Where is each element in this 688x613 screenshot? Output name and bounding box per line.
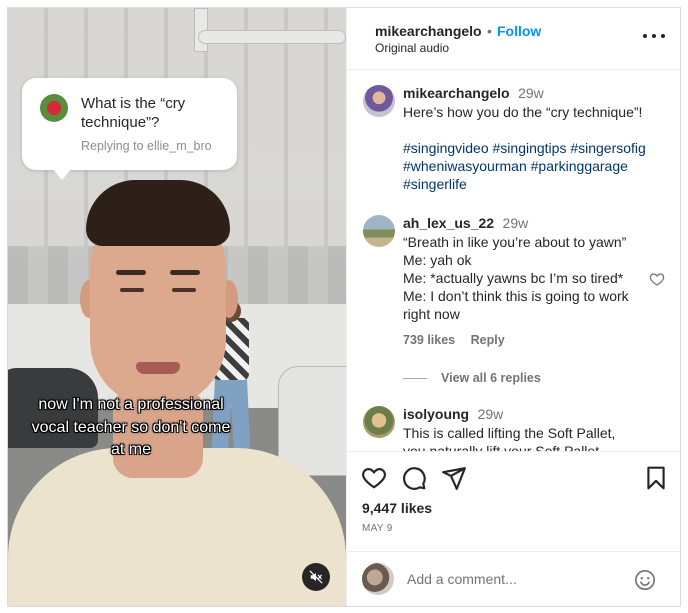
video-person-mouth — [136, 362, 180, 374]
replies-divider — [403, 377, 427, 379]
comment-time: 29w — [477, 406, 504, 422]
header-username[interactable]: mikearchangelo — [375, 23, 482, 39]
bookmark-icon[interactable] — [643, 465, 669, 491]
smiley-icon[interactable] — [634, 569, 656, 591]
comment-text: This is called lifting the Soft Pallet, … — [403, 425, 616, 451]
hashtags[interactable]: #singingvideo #singingtips #singersofig — [403, 139, 673, 157]
comment-item: isolyoung 29w This is called lifting the… — [403, 406, 663, 451]
more-horizontal-icon — [652, 34, 656, 38]
video-person-eye — [120, 288, 144, 292]
add-comment-bar — [347, 551, 680, 606]
comment-text: “Breath in like you’re about to yawn” Me… — [403, 234, 629, 322]
reply-question: What is the “cry technique”? — [81, 95, 186, 131]
video-person-brow — [170, 270, 200, 275]
post-actions: 9,447 likes MAY 9 — [347, 451, 680, 551]
comment-username[interactable]: ah_lex_us_22 — [403, 215, 494, 231]
more-horizontal-icon — [661, 34, 665, 38]
video-player[interactable]: What is the “cry technique”? Replying to… — [8, 8, 346, 606]
original-audio-link[interactable]: Original audio — [375, 41, 449, 55]
comment-time: 29w — [502, 215, 529, 231]
likes-count[interactable]: 9,447 likes — [362, 500, 432, 516]
mute-button[interactable] — [302, 563, 330, 591]
video-caption: now I'm not a professional vocal teacher… — [31, 396, 231, 458]
heart-icon[interactable] — [361, 465, 387, 491]
comment-icon[interactable] — [401, 465, 427, 491]
post-date: MAY 9 — [362, 523, 393, 534]
post-modal: What is the “cry technique”? Replying to… — [7, 7, 681, 607]
reply-button[interactable]: Reply — [471, 333, 505, 347]
reply-sticker: What is the “cry technique”? Replying to… — [22, 78, 237, 180]
hashtags[interactable]: #singerlife — [403, 175, 673, 193]
caption-text: Here’s how you do the “cry technique”! — [403, 104, 643, 120]
video-person-eye — [172, 288, 196, 292]
avatar[interactable] — [363, 406, 395, 438]
post-caption: mikearchangelo 29w Here’s how you do the… — [403, 85, 673, 193]
caption-username[interactable]: mikearchangelo — [403, 85, 510, 101]
heart-icon[interactable] — [649, 271, 665, 287]
avatar[interactable] — [363, 215, 395, 247]
reply-avatar — [40, 94, 68, 122]
video-person-brow — [116, 270, 146, 275]
hashtags[interactable]: #wheniwasyourman #parkinggarage — [403, 157, 673, 175]
header-separator: • — [487, 23, 492, 39]
avatar[interactable] — [363, 85, 395, 117]
view-replies-label: View all 6 replies — [441, 371, 541, 385]
avatar — [362, 563, 394, 595]
caption-time: 29w — [518, 85, 544, 101]
video-pipe — [198, 30, 346, 44]
follow-button[interactable]: Follow — [497, 23, 541, 39]
comment-input[interactable] — [407, 568, 627, 590]
video-car — [278, 366, 346, 476]
comments-list[interactable]: mikearchangelo 29w Here’s how you do the… — [347, 71, 680, 451]
speaker-muted-icon — [309, 570, 323, 584]
paper-plane-icon[interactable] — [441, 465, 467, 491]
video-person-hair — [86, 180, 230, 246]
comment-likes[interactable]: 739 likes — [403, 333, 455, 347]
view-replies-button[interactable]: View all 6 replies — [403, 371, 541, 385]
comment-actions: 739 likes Reply — [403, 333, 643, 347]
comment-username[interactable]: isolyoung — [403, 406, 469, 422]
reply-replying-to: Replying to ellie_m_bro — [81, 139, 212, 153]
comment-item: ah_lex_us_22 29w “Breath in like you’re … — [403, 215, 643, 347]
post-details-panel: mikearchangelo • Follow Original audio m… — [346, 8, 680, 606]
more-horizontal-icon — [643, 34, 647, 38]
more-options-button[interactable] — [643, 26, 665, 46]
post-header: mikearchangelo • Follow Original audio — [347, 8, 680, 70]
